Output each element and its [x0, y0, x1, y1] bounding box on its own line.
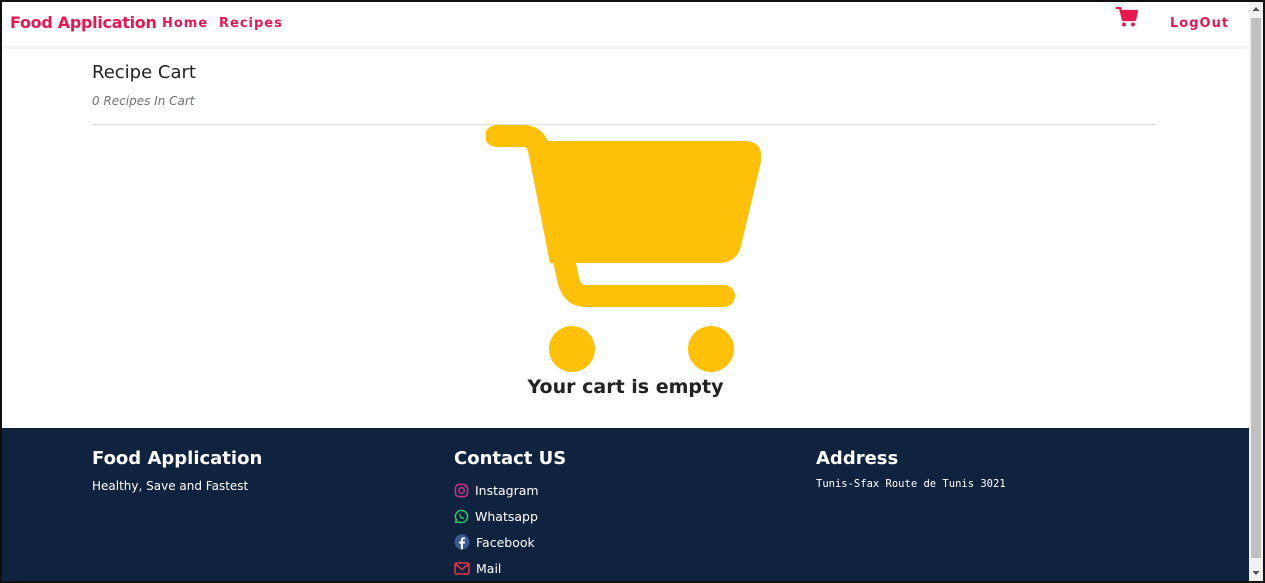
scrollbar-thumb[interactable] [1251, 18, 1261, 558]
contact-mail[interactable]: Mail [454, 555, 566, 581]
shopping-cart-icon [486, 125, 762, 372]
nav-link-home[interactable]: Home [162, 16, 208, 31]
scroll-up-arrow-icon[interactable] [1249, 2, 1263, 16]
footer: Food Application Healthy, Save and Faste… [2, 428, 1249, 581]
footer-contact-heading: Contact US [454, 448, 567, 469]
contact-facebook-label: Facebook [476, 534, 535, 550]
nav-link-recipes[interactable]: Recipes [219, 16, 283, 31]
brand-logo[interactable]: Food Application [10, 13, 157, 32]
logout-link[interactable]: LogOut [1170, 16, 1229, 31]
scroll-down-arrow-icon[interactable] [1249, 566, 1263, 580]
contact-mail-label: Mail [476, 560, 502, 576]
footer-address-heading: Address [816, 448, 899, 469]
empty-cart-message: Your cart is empty [527, 376, 724, 398]
footer-about-heading: Food Application [92, 448, 263, 469]
footer-contact: Contact US Instagram Whatsapp Facebook M… [454, 448, 566, 581]
mail-icon [454, 561, 470, 575]
footer-tagline: Healthy, Save and Fastest [92, 479, 249, 493]
whatsapp-icon [454, 509, 469, 523]
page-title: Recipe Cart [92, 62, 196, 83]
contact-instagram-label: Instagram [475, 482, 539, 498]
contact-instagram[interactable]: Instagram [454, 477, 566, 503]
facebook-icon [454, 534, 470, 550]
navbar: Food Application Home Recipes LogOut [2, 2, 1249, 46]
contact-facebook[interactable]: Facebook [454, 529, 566, 555]
contact-list: Instagram Whatsapp Facebook Mail [454, 477, 566, 581]
browser-frame: Food Application Home Recipes LogOut Rec… [0, 0, 1265, 583]
instagram-icon [454, 483, 469, 497]
footer-address: Address Tunis-Sfax Route de Tunis 3021 [816, 448, 1006, 490]
vertical-scrollbar[interactable] [1249, 2, 1263, 581]
footer-address-text: Tunis-Sfax Route de Tunis 3021 [816, 478, 1006, 490]
cart-count: 0 Recipes In Cart [92, 94, 195, 108]
footer-about: Food Application Healthy, Save and Faste… [92, 448, 262, 493]
contact-whatsapp-label: Whatsapp [475, 508, 538, 524]
page-viewport: Food Application Home Recipes LogOut Rec… [2, 2, 1249, 581]
shopping-cart-icon[interactable] [1115, 6, 1139, 28]
contact-whatsapp[interactable]: Whatsapp [454, 503, 566, 529]
